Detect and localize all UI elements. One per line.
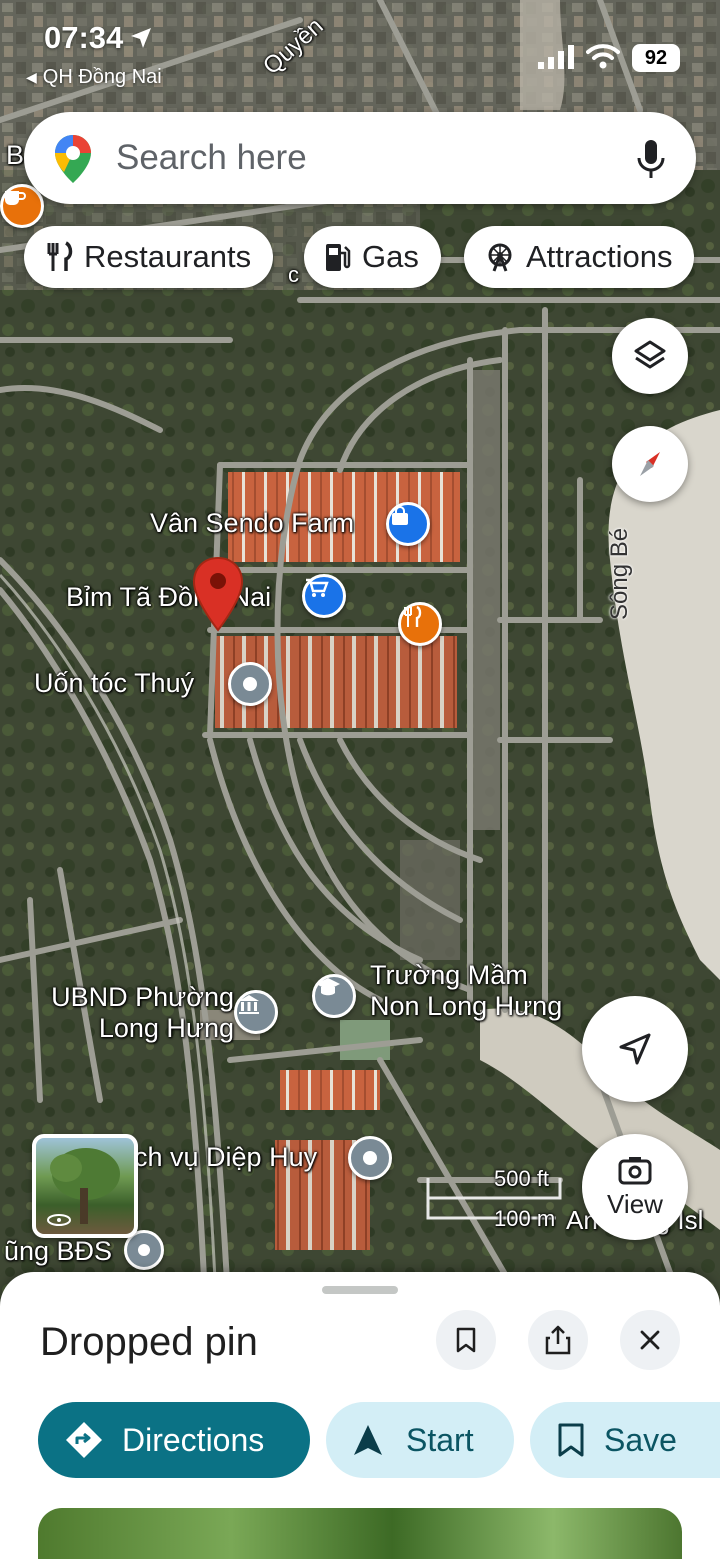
- building-columns-icon: [239, 995, 259, 1014]
- bookmark-icon: [456, 1327, 476, 1353]
- back-to-app[interactable]: ◀ QH Đồng Nai: [26, 66, 162, 89]
- chip-gas[interactable]: Gas: [304, 226, 441, 288]
- search-bar[interactable]: Search here: [24, 112, 696, 204]
- place-marker[interactable]: [228, 662, 272, 706]
- store-marker[interactable]: [302, 574, 346, 618]
- back-triangle-icon: ◀: [26, 69, 37, 85]
- save-button[interactable]: Save: [530, 1402, 720, 1478]
- street-view-thumbnail[interactable]: [32, 1134, 138, 1238]
- gas-pump-icon: [326, 244, 351, 271]
- directions-icon: [66, 1422, 102, 1458]
- edge-label: B: [6, 140, 25, 170]
- layers-icon: [634, 340, 666, 369]
- search-input[interactable]: Search here: [116, 138, 307, 178]
- cellular-signal-icon: [538, 45, 574, 69]
- ferris-wheel-icon: [488, 243, 512, 272]
- restaurant-marker[interactable]: [398, 602, 442, 646]
- start-button[interactable]: Start: [326, 1402, 514, 1478]
- place-label-dich-vu[interactable]: ch vụ Diệp Huy: [134, 1142, 317, 1173]
- place-title: Dropped pin: [40, 1320, 258, 1364]
- place-label-line: Long Hưng: [98, 1013, 234, 1044]
- compass-icon: [640, 452, 660, 476]
- dot-icon: [138, 1244, 150, 1256]
- wifi-icon: [586, 44, 620, 69]
- layers-button[interactable]: [612, 318, 688, 394]
- save-label: Save: [604, 1421, 677, 1458]
- shopping-marker[interactable]: [386, 502, 430, 546]
- place-bottom-sheet[interactable]: Dropped pin Directions Start Save: [0, 1272, 720, 1559]
- coffee-cup-icon: [5, 191, 26, 205]
- directions-button[interactable]: Directions: [38, 1402, 310, 1478]
- camera-rotate-icon: [618, 1156, 652, 1184]
- river-label: Sông Bé: [606, 527, 633, 620]
- fork-knife-icon: [47, 241, 73, 271]
- share-button[interactable]: [528, 1310, 588, 1370]
- chip-label: Restaurants: [84, 239, 252, 274]
- shopping-cart-icon: [306, 578, 329, 597]
- graduation-cap-icon: [316, 978, 340, 996]
- bookmark-icon: [558, 1423, 584, 1457]
- government-marker[interactable]: [234, 990, 278, 1034]
- fork-knife-icon: [404, 605, 422, 627]
- location-arrow-icon: [131, 28, 152, 48]
- place-label-line: Non Long Hưng: [370, 991, 563, 1022]
- school-marker[interactable]: [312, 974, 356, 1018]
- navigation-arrow-icon: [619, 1033, 651, 1065]
- scale-meters: 100 m: [494, 1206, 556, 1231]
- edge-label: c: [288, 262, 299, 287]
- back-app-label: QH Đồng Nai: [42, 66, 162, 88]
- drag-handle[interactable]: [322, 1286, 398, 1294]
- battery-indicator: 92: [632, 44, 680, 72]
- status-time: 07:34: [44, 20, 153, 56]
- navigation-icon: [354, 1425, 382, 1455]
- share-icon: [545, 1325, 571, 1355]
- place-label-bds[interactable]: ũng BĐS: [4, 1236, 112, 1267]
- chip-attractions[interactable]: Attractions: [464, 226, 695, 288]
- microphone-icon[interactable]: [636, 138, 666, 180]
- my-location-button[interactable]: [582, 996, 688, 1102]
- dropped-pin-icon[interactable]: [192, 556, 244, 632]
- dot-icon: [363, 1151, 377, 1165]
- directions-label: Directions: [122, 1421, 265, 1458]
- 360-view-icon: [47, 1214, 71, 1226]
- chip-label: Gas: [362, 239, 419, 274]
- place-label-line: UBND Phường: [51, 982, 234, 1012]
- place-label-truong-mam-non[interactable]: Trường Mầm Non Long Hưng: [370, 960, 610, 1022]
- close-icon: [640, 1330, 660, 1350]
- google-maps-logo-icon: [55, 135, 91, 183]
- place-marker[interactable]: [348, 1136, 392, 1180]
- place-label-uon-toc[interactable]: Uốn tóc Thuý: [34, 668, 194, 699]
- chip-label: Attractions: [526, 239, 673, 274]
- bookmark-button[interactable]: [436, 1310, 496, 1370]
- close-button[interactable]: [620, 1310, 680, 1370]
- place-label-line: Trường Mầm: [370, 960, 528, 990]
- start-label: Start: [406, 1421, 474, 1458]
- street-view-button[interactable]: View: [582, 1134, 688, 1240]
- dot-icon: [243, 677, 257, 691]
- place-photo[interactable]: [38, 1508, 682, 1559]
- place-label-ubnd[interactable]: UBND Phường Long Hưng: [24, 982, 234, 1044]
- place-label-van-sendo-farm[interactable]: Vân Sendo Farm: [150, 508, 354, 539]
- scale-feet: 500 ft: [494, 1166, 550, 1191]
- chip-restaurants[interactable]: Restaurants: [24, 226, 274, 288]
- shopping-bag-icon: [392, 506, 408, 525]
- status-time-text: 07:34: [44, 20, 124, 55]
- view-label: View: [607, 1188, 663, 1219]
- compass-button[interactable]: [612, 426, 688, 502]
